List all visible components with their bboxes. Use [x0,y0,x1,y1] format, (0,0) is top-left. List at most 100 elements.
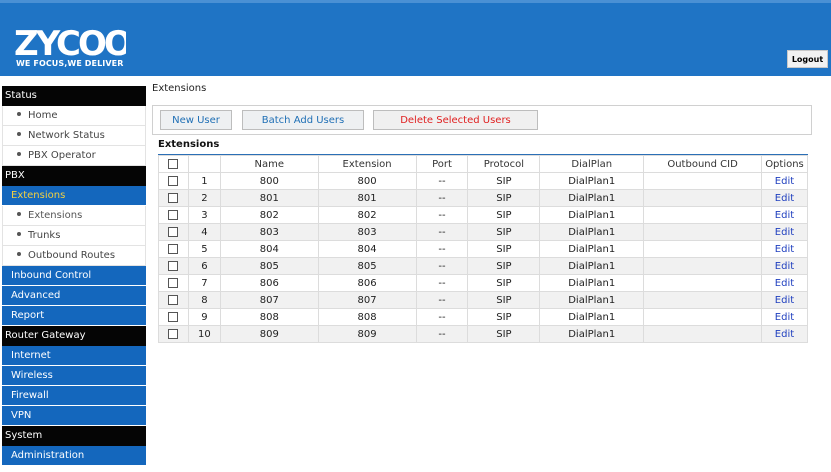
row-outbound-cid [643,257,762,275]
sidebar-item-administration[interactable]: Administration [2,446,146,466]
bullet-icon [17,232,21,236]
row-index: 8 [187,291,221,309]
sidebar-item-internet[interactable]: Internet [2,346,146,366]
edit-link[interactable]: Edit [775,210,794,221]
row-outbound-cid [643,291,762,309]
select-all-checkbox[interactable] [168,158,179,169]
row-protocol: SIP [467,308,541,326]
row-checkbox-cell [158,240,189,258]
sidebar-item-label: Extensions [28,210,83,221]
sidebar-item-trunks[interactable]: Trunks [2,226,146,246]
logout-button[interactable]: Logout [787,50,828,68]
edit-link[interactable]: Edit [775,295,794,306]
sidebar-item-inbound-control[interactable]: Inbound Control [2,266,146,286]
sidebar-item-pbx-operator[interactable]: PBX Operator [2,146,146,166]
row-select-checkbox[interactable] [168,328,179,339]
row-select-checkbox[interactable] [168,311,179,322]
edit-link[interactable]: Edit [775,176,794,187]
table-row: 6 805 805 -- SIP DialPlan1 Edit [158,257,809,275]
sidebar-item-firewall[interactable]: Firewall [2,386,146,406]
row-extension: 805 [317,257,417,275]
row-dialplan: DialPlan1 [539,240,645,258]
edit-link[interactable]: Edit [775,244,794,255]
extensions-table: Name Extension Port Protocol DialPlan Ou… [158,154,809,343]
row-dialplan: DialPlan1 [539,257,645,275]
delete-selected-users-button[interactable]: Delete Selected Users [373,110,538,130]
row-dialplan: DialPlan1 [539,189,645,207]
sidebar-item-advanced[interactable]: Advanced [2,286,146,306]
row-options: Edit [760,240,809,258]
sidebar-section-pbx: PBX [2,166,146,186]
row-port: -- [415,257,469,275]
row-options: Edit [760,308,809,326]
sidebar-item-label: Network Status [28,130,105,141]
row-extension: 800 [317,172,417,190]
row-select-checkbox[interactable] [168,277,179,288]
table-row: 8 807 807 -- SIP DialPlan1 Edit [158,291,809,309]
sidebar-item-wireless[interactable]: Wireless [2,366,146,386]
sidebar-item-home[interactable]: Home [2,106,146,126]
row-options: Edit [760,223,809,241]
row-options: Edit [760,172,809,190]
sidebar-item-network-status[interactable]: Network Status [2,126,146,146]
row-index: 10 [187,325,221,343]
row-select-checkbox[interactable] [168,294,179,305]
edit-link[interactable]: Edit [775,312,794,323]
table-header-row: Name Extension Port Protocol DialPlan Ou… [158,155,809,173]
sidebar-item-report[interactable]: Report [2,306,146,326]
sidebar-item-outbound-routes[interactable]: Outbound Routes [2,246,146,266]
row-protocol: SIP [467,240,541,258]
edit-link[interactable]: Edit [775,193,794,204]
sidebar-item-label: PBX Operator [28,150,96,161]
row-dialplan: DialPlan1 [539,274,645,292]
row-name: 804 [219,240,319,258]
row-protocol: SIP [467,274,541,292]
sidebar-item-extensions-group[interactable]: Extensions [2,186,146,206]
bullet-icon [17,152,21,156]
row-name: 808 [219,308,319,326]
table-row: 10 809 809 -- SIP DialPlan1 Edit [158,325,809,343]
edit-link[interactable]: Edit [775,261,794,272]
column-header-port: Port [415,155,469,173]
row-protocol: SIP [467,172,541,190]
row-select-checkbox[interactable] [168,226,179,237]
table-row: 3 802 802 -- SIP DialPlan1 Edit [158,206,809,224]
row-port: -- [415,274,469,292]
row-name: 807 [219,291,319,309]
row-select-checkbox[interactable] [168,192,179,203]
table-row: 5 804 804 -- SIP DialPlan1 Edit [158,240,809,258]
column-header-outbound-cid: Outbound CID [643,155,762,173]
sidebar-item-label: Outbound Routes [28,250,116,261]
new-user-button[interactable]: New User [160,110,232,130]
bullet-icon [17,252,21,256]
row-dialplan: DialPlan1 [539,172,645,190]
edit-link[interactable]: Edit [775,329,794,340]
row-index: 1 [187,172,221,190]
row-name: 809 [219,325,319,343]
sidebar-item-extensions[interactable]: Extensions [2,206,146,226]
row-select-checkbox[interactable] [168,260,179,271]
row-outbound-cid [643,189,762,207]
batch-add-users-button[interactable]: Batch Add Users [242,110,364,130]
row-options: Edit [760,206,809,224]
row-checkbox-cell [158,308,189,326]
row-dialplan: DialPlan1 [539,223,645,241]
row-select-checkbox[interactable] [168,175,179,186]
row-select-checkbox[interactable] [168,243,179,254]
row-outbound-cid [643,206,762,224]
edit-link[interactable]: Edit [775,278,794,289]
column-header-protocol: Protocol [467,155,541,173]
table-row: 4 803 803 -- SIP DialPlan1 Edit [158,223,809,241]
row-name: 805 [219,257,319,275]
row-outbound-cid [643,172,762,190]
column-header-name: Name [219,155,319,173]
row-extension: 809 [317,325,417,343]
edit-link[interactable]: Edit [775,227,794,238]
row-port: -- [415,291,469,309]
row-select-checkbox[interactable] [168,209,179,220]
sidebar-item-label: Trunks [28,230,61,241]
sidebar-nav: Status Home Network Status PBX Operator … [2,86,146,472]
row-outbound-cid [643,308,762,326]
sidebar-item-vpn[interactable]: VPN [2,406,146,426]
row-name: 803 [219,223,319,241]
